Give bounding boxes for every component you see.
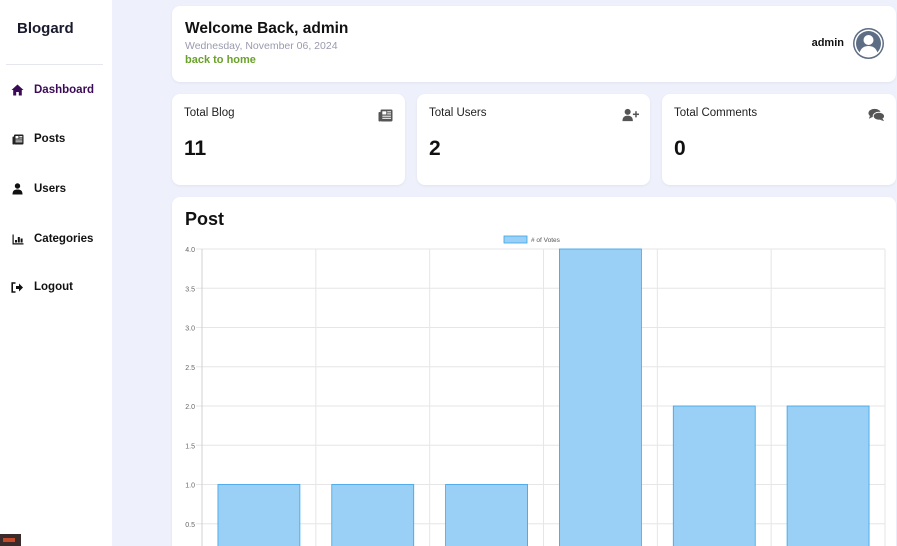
chart-bar bbox=[217, 484, 301, 546]
sidebar-item-label: Posts bbox=[34, 133, 66, 145]
sidebar-divider bbox=[6, 64, 103, 65]
logout-icon bbox=[11, 281, 24, 294]
stat-value: 0 bbox=[674, 137, 686, 160]
legend-label: # of Votes bbox=[531, 237, 561, 244]
stat-title: Total Blog bbox=[184, 107, 235, 119]
user-plus-icon bbox=[622, 107, 639, 123]
welcome-title: Welcome Back, admin bbox=[185, 20, 349, 37]
chart-bar bbox=[672, 405, 756, 546]
corner-badge-icon bbox=[0, 534, 21, 546]
y-tick-label: 3.5 bbox=[185, 286, 195, 293]
sidebar-item-label: Dashboard bbox=[34, 84, 95, 96]
chart-bar bbox=[559, 248, 642, 546]
y-tick-label: 2.0 bbox=[185, 404, 195, 411]
stat-title: Total Comments bbox=[674, 107, 758, 119]
stat-title: Total Users bbox=[429, 107, 487, 119]
sidebar: Blogard Dashboard Posts Users Categories… bbox=[0, 0, 112, 546]
stat-value: 2 bbox=[429, 137, 441, 160]
chart-bar bbox=[786, 405, 870, 546]
avatar-user-icon bbox=[854, 29, 883, 58]
stat-card-total-users: Total Users 2 bbox=[417, 94, 650, 185]
user-name[interactable]: admin bbox=[812, 37, 844, 49]
y-tick-label: 2.5 bbox=[185, 365, 195, 372]
brand-logo-text[interactable]: Blogard bbox=[17, 20, 74, 37]
sidebar-item-posts[interactable]: Posts bbox=[11, 129, 65, 149]
stat-value: 11 bbox=[184, 137, 207, 160]
chart-bar-icon bbox=[11, 233, 24, 246]
legend-swatch bbox=[503, 235, 528, 244]
home-icon bbox=[11, 84, 24, 97]
sidebar-item-logout[interactable]: Logout bbox=[11, 277, 73, 297]
welcome-header: Welcome Back, admin Wednesday, November … bbox=[172, 6, 896, 82]
newspaper-icon bbox=[377, 107, 394, 123]
sidebar-item-label: Users bbox=[34, 183, 66, 195]
post-chart-card: Post 4.0 3.5 3.0 2.5 2.0 1.5 1.0 0.5 # of Votes bbox=[172, 197, 896, 546]
current-date: Wednesday, November 06, 2024 bbox=[185, 40, 338, 52]
y-tick-label: 1.0 bbox=[185, 483, 195, 490]
stat-card-total-blog: Total Blog 11 bbox=[172, 94, 405, 185]
user-icon bbox=[11, 183, 24, 196]
y-tick-label: 1.5 bbox=[185, 443, 195, 450]
newspaper-icon bbox=[11, 133, 24, 146]
sidebar-item-users[interactable]: Users bbox=[11, 179, 66, 199]
y-tick-label: 0.5 bbox=[185, 522, 195, 529]
y-tick-label: 4.0 bbox=[185, 247, 195, 254]
sidebar-item-label: Logout bbox=[34, 281, 73, 293]
y-tick-label: 3.0 bbox=[185, 326, 195, 333]
sidebar-item-dashboard[interactable]: Dashboard bbox=[11, 80, 94, 100]
stat-card-total-comments: Total Comments 0 bbox=[662, 94, 896, 185]
sidebar-item-categories[interactable]: Categories bbox=[11, 229, 93, 249]
sidebar-item-label: Categories bbox=[34, 233, 94, 245]
comments-icon bbox=[868, 107, 885, 123]
avatar[interactable] bbox=[853, 28, 884, 59]
post-bar-chart: 4.0 3.5 3.0 2.5 2.0 1.5 1.0 0.5 # of Votes bbox=[185, 235, 886, 546]
back-to-home-link[interactable]: back to home bbox=[185, 54, 256, 66]
chart-bar bbox=[331, 484, 415, 546]
chart-bar bbox=[445, 484, 528, 546]
